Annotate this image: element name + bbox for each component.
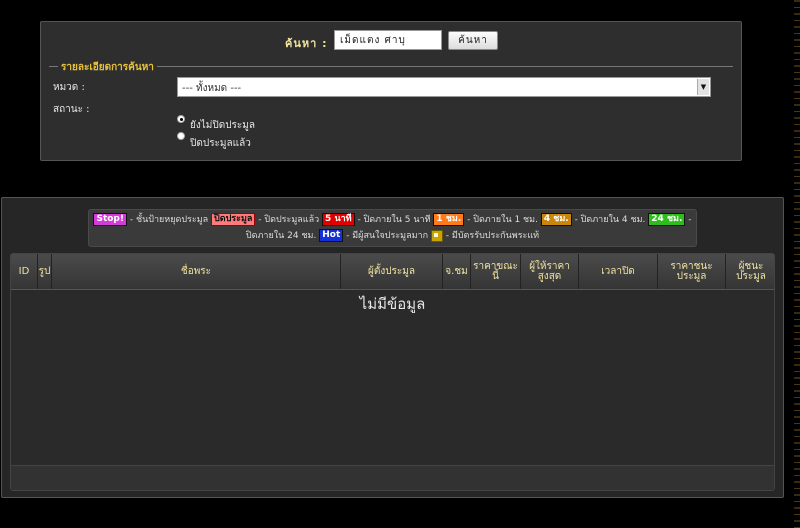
search-button[interactable]: ค้นหา	[448, 31, 498, 50]
column-header-image[interactable]: รูป	[38, 254, 52, 289]
chevron-down-icon[interactable]: ▼	[697, 79, 709, 95]
search-label: ค้นหา :	[285, 37, 328, 50]
column-header-winning-price[interactable]: ราคาชนะประมูล	[658, 254, 726, 289]
closed-legend-text: - ปิดประมูลแล้ว	[258, 215, 320, 225]
search-input[interactable]	[334, 30, 442, 50]
one-hour-badge: 1 ชม.	[433, 213, 465, 226]
status-option-open[interactable]: ยังไม่ปิดประมูล	[190, 118, 255, 133]
column-header-highest-bidder[interactable]: ผู้ให้ราคาสูงสุด	[521, 254, 579, 289]
stop-badge: Stop!	[93, 213, 127, 226]
category-label: หมวด :	[53, 82, 85, 93]
twenty-four-hour-badge: 24 ชม.	[648, 213, 686, 226]
search-details-fieldset: รายละเอียดการค้นหา	[49, 60, 733, 75]
table-footer	[11, 465, 774, 490]
four-hour-legend-text: - ปิดภายใน 4 ชม.	[574, 215, 646, 225]
status-legend: Stop! - ชั้นป้ายหยุดประมูล ปิดประมูล - ป…	[88, 209, 697, 247]
search-panel: ค้นหา : ค้นหา รายละเอียดการค้นหา หมวด : …	[40, 21, 742, 161]
column-header-current-price[interactable]: ราคาขณะนี้	[471, 254, 521, 289]
search-details-legend: รายละเอียดการค้นหา	[58, 60, 157, 75]
five-minute-badge: 5 นาที	[322, 213, 355, 226]
five-minute-legend-text: - ปิดภายใน 5 นาที	[357, 215, 431, 225]
closed-badge: ปิดประมูล	[211, 213, 256, 226]
certificate-legend-text: - มีบัตรรับประกันพระแท้	[445, 231, 540, 241]
search-bar: ค้นหา : ค้นหา	[41, 30, 741, 52]
hot-badge: Hot	[319, 229, 344, 242]
status-label: สถานะ :	[53, 104, 90, 115]
auction-table: ID รูป ชื่อพระ ผู้ตั้งประมูล จ.ชม ราคาขณ…	[10, 253, 775, 491]
column-header-id[interactable]: ID	[11, 254, 38, 289]
hot-legend-text: - มีผู้สนใจประมูลมาก	[346, 231, 429, 241]
decorative-border	[794, 0, 800, 528]
status-radio-closed[interactable]	[177, 132, 185, 140]
certificate-icon	[430, 229, 443, 242]
status-radio-open[interactable]	[177, 115, 185, 123]
column-header-seller[interactable]: ผู้ตั้งประมูล	[341, 254, 443, 289]
category-selected-value: --- ทั้งหมด ---	[182, 83, 242, 94]
category-select[interactable]: --- ทั้งหมด --- ▼	[177, 77, 711, 97]
column-header-name[interactable]: ชื่อพระ	[52, 254, 341, 289]
column-header-winner[interactable]: ผู้ชนะประมูล	[726, 254, 774, 289]
empty-message: ไม่มีข้อมูล	[359, 295, 426, 313]
one-hour-legend-text: - ปิดภายใน 1 ชม.	[467, 215, 538, 225]
auction-list-panel: Stop! - ชั้นป้ายหยุดประมูล ปิดประมูล - ป…	[1, 197, 784, 498]
column-header-close-time[interactable]: เวลาปิด	[579, 254, 658, 289]
column-header-views[interactable]: จ.ชม	[443, 254, 471, 289]
four-hour-badge: 4 ชม.	[540, 213, 572, 226]
stop-legend-text: - ชั้นป้ายหยุดประมูล	[129, 215, 209, 225]
status-option-closed[interactable]: ปิดประมูลแล้ว	[190, 136, 251, 151]
table-header: ID รูป ชื่อพระ ผู้ตั้งประมูล จ.ชม ราคาขณ…	[11, 254, 774, 290]
